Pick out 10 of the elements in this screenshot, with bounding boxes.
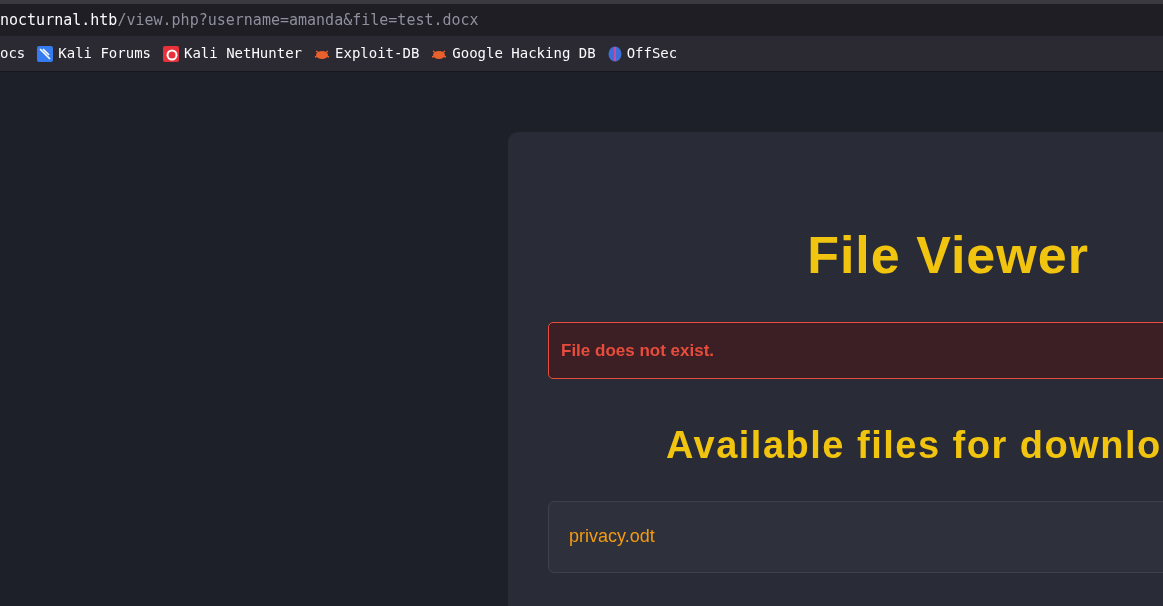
bookmark-link[interactable]: Google Hacking DB (431, 43, 596, 64)
section-heading: Available files for downlo (665, 423, 1163, 469)
file-link[interactable]: privacy.odt (548, 501, 1163, 573)
bookmark-link[interactable]: Exploit-DB (314, 43, 420, 64)
error-alert: File does not exist. (548, 322, 1163, 380)
bookmark-link[interactable]: Kali Forums (37, 43, 151, 64)
bookmark-link[interactable]: Kali NetHunter (163, 43, 303, 64)
bookmark-link[interactable]: ocs (0, 43, 26, 64)
bookmark-link[interactable]: OffSec (607, 43, 678, 64)
page-title: File Viewer (806, 225, 1090, 286)
